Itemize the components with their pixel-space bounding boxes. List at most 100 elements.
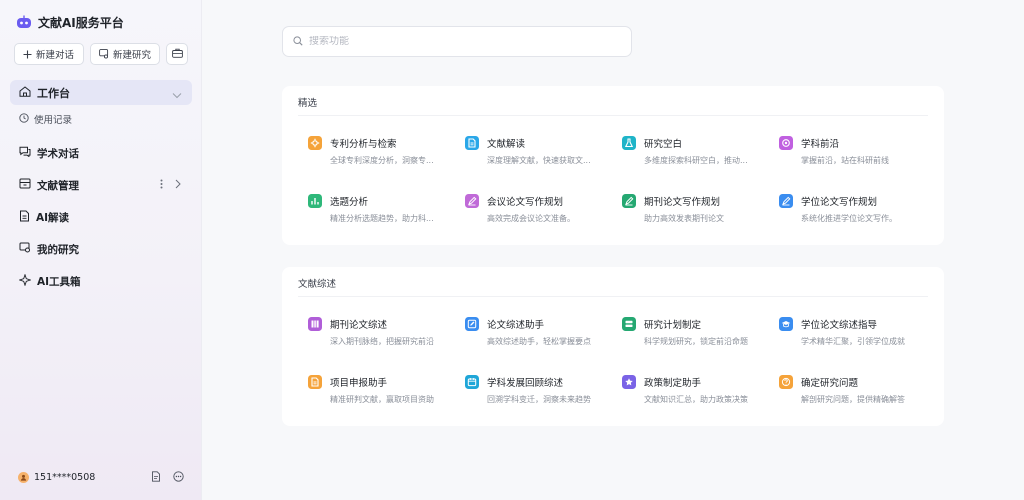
sidebar-subitem-history[interactable]: 使用记录 bbox=[19, 112, 72, 126]
section-divider bbox=[298, 115, 928, 116]
tool-name: 确定研究问题 bbox=[801, 378, 859, 389]
tool-card[interactable]: 专利分析与检索 全球专利深度分析，洞察专... bbox=[308, 136, 458, 166]
tool-description: 回溯学科变迁，洞察未来趋势 bbox=[487, 395, 591, 404]
tool-header: 研究计划制定 bbox=[622, 317, 772, 331]
avatar[interactable] bbox=[18, 472, 29, 483]
section-divider bbox=[298, 296, 928, 297]
sidebar-item-label: 文献管理 bbox=[37, 179, 79, 192]
calendar-icon bbox=[465, 375, 479, 389]
tool-card[interactable]: 论文综述助手高效综述助手，轻松掌握要点 bbox=[465, 317, 615, 347]
new-research-label: 新建研究 bbox=[113, 50, 152, 61]
gear-icon bbox=[308, 136, 322, 150]
tool-card[interactable]: 选题分析精准分析选题趋势，助力科... bbox=[308, 194, 458, 224]
tool-description: 精准研判文献，赢取项目资助 bbox=[330, 395, 434, 404]
sidebar-item-toolbox[interactable]: AI工具箱 bbox=[18, 272, 189, 290]
pen-icon bbox=[622, 194, 636, 208]
sidebar-item-chat[interactable]: 学术对话 bbox=[19, 144, 189, 162]
tool-name: 学科前沿 bbox=[801, 139, 840, 150]
tool-name: 政策制定助手 bbox=[644, 378, 702, 389]
section-title: 文献综述 bbox=[298, 279, 337, 290]
tool-description: 深度理解文献，快速获取文... bbox=[487, 156, 591, 165]
logo[interactable]: 文献AI服务平台 bbox=[16, 13, 124, 31]
tool-name: 期刊论文综述 bbox=[330, 320, 388, 331]
star-icon bbox=[622, 375, 636, 389]
new-research-button[interactable]: 新建研究 bbox=[90, 43, 160, 65]
tool-description: 精准分析选题趋势，助力科... bbox=[330, 214, 434, 223]
document-icon bbox=[465, 136, 479, 150]
tool-header: 期刊论文综述 bbox=[308, 317, 458, 331]
question-icon bbox=[779, 375, 793, 389]
pen-icon bbox=[779, 194, 793, 208]
archive-icon bbox=[19, 178, 31, 192]
search-box[interactable] bbox=[282, 26, 632, 57]
chevron-right-icon[interactable] bbox=[175, 179, 181, 189]
tool-name: 学位论文综述指导 bbox=[801, 320, 878, 331]
edit-icon bbox=[465, 317, 479, 331]
research-icon bbox=[19, 242, 31, 256]
tool-name: 学位论文写作规划 bbox=[801, 197, 878, 208]
sidebar-item-research[interactable]: 我的研究 bbox=[19, 240, 189, 258]
tool-card[interactable]: 学科前沿 掌握前沿，站在科研前线 bbox=[779, 136, 929, 166]
tool-card[interactable]: 研究计划制定 科学规划研究，锁定前沿命题 bbox=[622, 317, 772, 347]
literature-review-section: 文献综述 期刊论文综述 深入期刊脉络，把握研究前沿 论文综述助手高效综述助手，轻松掌… bbox=[282, 267, 944, 426]
tool-header: 项目申报助手 bbox=[308, 375, 458, 389]
tool-header: 会议论文写作规划 bbox=[465, 194, 615, 208]
tool-card[interactable]: 政策制定助手 文献知识汇总，助力政策决策 bbox=[622, 375, 772, 405]
tool-card[interactable]: 期刊论文写作规划 助力高效发表期刊论文 bbox=[622, 194, 772, 224]
graduation-cap-icon bbox=[779, 317, 793, 331]
tool-name: 研究空白 bbox=[644, 139, 683, 150]
flask-icon bbox=[622, 136, 636, 150]
sidebar-actions: 新建对话 新建研究 bbox=[14, 43, 194, 65]
tool-name: 选题分析 bbox=[330, 197, 369, 208]
sparkle-icon bbox=[18, 272, 32, 289]
tool-header: 政策制定助手 bbox=[622, 375, 772, 389]
sidebar-item-label: AI工具箱 bbox=[37, 275, 81, 288]
tool-card[interactable]: 学位论文写作规划系统化推进学位论文写作。 bbox=[779, 194, 929, 224]
sidebar-item-actions bbox=[160, 179, 181, 189]
more-options-icon[interactable] bbox=[173, 471, 184, 482]
more-vertical-icon[interactable] bbox=[160, 179, 163, 189]
list-icon bbox=[622, 317, 636, 331]
tool-header: 专利分析与检索 bbox=[308, 136, 458, 150]
app-title: 文献AI服务平台 bbox=[38, 15, 124, 30]
tool-description: 学术精华汇聚，引领学位成就 bbox=[801, 337, 905, 346]
chevron-down-icon[interactable] bbox=[172, 88, 182, 102]
tool-card[interactable]: 项目申报助手精准研判文献，赢取项目资助 bbox=[308, 375, 458, 405]
new-chat-label: 新建对话 bbox=[36, 50, 75, 61]
featured-section: 精选 专利分析与检索 全球专利深度分析，洞察专... 文献解读 深度理解文献，快速获取… bbox=[282, 86, 944, 245]
sidebar-item-ai-read[interactable]: AI解读 bbox=[19, 208, 189, 226]
pen-icon bbox=[465, 194, 479, 208]
tool-card[interactable]: 学位论文综述指导学术精华汇聚，引领学位成就 bbox=[779, 317, 929, 347]
research-icon bbox=[99, 49, 109, 59]
home-icon bbox=[19, 85, 31, 100]
tool-description: 系统化推进学位论文写作。 bbox=[801, 214, 897, 223]
sidebar-item-label: 工作台 bbox=[37, 86, 70, 100]
search-input[interactable] bbox=[309, 36, 609, 47]
tool-description: 解剖研究问题，提供精确解答 bbox=[801, 395, 905, 404]
tool-card[interactable]: 确定研究问题解剖研究问题，提供精确解答 bbox=[779, 375, 929, 405]
tool-header: 研究空白 bbox=[622, 136, 772, 150]
sidebar-item-workbench[interactable]: 工作台 bbox=[10, 80, 192, 105]
sidebar-item-docs[interactable]: 文献管理 bbox=[19, 176, 189, 194]
tool-card[interactable]: 研究空白 多维度探索科研空白，推动... bbox=[622, 136, 772, 166]
grid-icon bbox=[308, 317, 322, 331]
briefcase-button[interactable] bbox=[166, 43, 188, 65]
tool-card[interactable]: 文献解读 深度理解文献，快速获取文... bbox=[465, 136, 615, 166]
tool-card[interactable]: 期刊论文综述 深入期刊脉络，把握研究前沿 bbox=[308, 317, 458, 347]
tool-card[interactable]: 学科发展回顾综述回溯学科变迁，洞察未来趋势 bbox=[465, 375, 615, 405]
user-phone: 151****0508 bbox=[34, 472, 96, 483]
file-icon[interactable] bbox=[151, 471, 161, 482]
tool-header: 学位论文综述指导 bbox=[779, 317, 929, 331]
tool-header: 论文综述助手 bbox=[465, 317, 615, 331]
tool-description: 高效综述助手，轻松掌握要点 bbox=[487, 337, 591, 346]
document-icon bbox=[308, 375, 322, 389]
search-icon bbox=[293, 35, 303, 49]
tool-name: 专利分析与检索 bbox=[330, 139, 397, 150]
tool-name: 学科发展回顾综述 bbox=[487, 378, 564, 389]
user-profile: 151****0508 bbox=[18, 471, 186, 483]
tool-header: 期刊论文写作规划 bbox=[622, 194, 772, 208]
new-chat-button[interactable]: 新建对话 bbox=[14, 43, 84, 65]
tool-card[interactable]: 会议论文写作规划 高效完成会议论文准备。 bbox=[465, 194, 615, 224]
sidebar-subitem-label: 使用记录 bbox=[34, 115, 73, 126]
sidebar: 文献AI服务平台 新建对话 新建研究 工作台 使用记录 学术对话 文献管理 AI… bbox=[0, 0, 202, 500]
